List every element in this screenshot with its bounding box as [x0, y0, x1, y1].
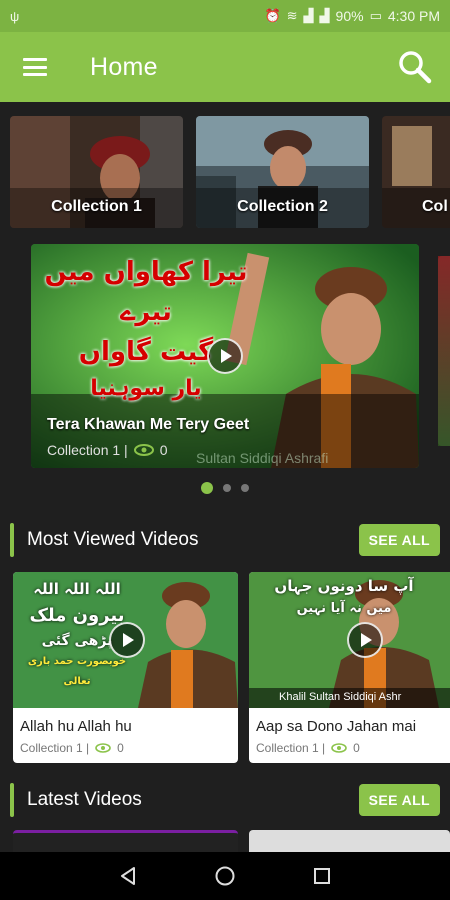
- featured-overlay-text: تیرا کھاواں میں تیرے گیت گاواں یار سوہنی…: [44, 257, 248, 401]
- video-card[interactable]: آپ سا دونوں جہاں میں نہ آیا نہیں Khalil …: [249, 572, 450, 763]
- video-title: Aap sa Dono Jahan mai: [256, 718, 417, 735]
- search-button[interactable]: [380, 32, 450, 102]
- clock: 4:30 PM: [387, 8, 440, 24]
- featured-carousel[interactable]: تیرا کھاواں میں تیرے گیت گاواں یار سوہنی…: [0, 244, 450, 470]
- section-title: Most Viewed Videos: [27, 529, 199, 550]
- system-nav-bar: [0, 852, 450, 900]
- status-bar: ψ ⏰ ≋ ▟ ▟ 90% ▭ 4:30 PM: [0, 0, 450, 32]
- play-button[interactable]: [207, 338, 243, 374]
- collection-carousel[interactable]: Collection 1 Collection 2 Col: [10, 116, 450, 228]
- featured-watermark: Sultan Siddiqi Ashrafi: [196, 450, 329, 466]
- see-all-button[interactable]: SEE ALL: [358, 524, 440, 556]
- signal-icon-2: ▟: [319, 8, 330, 23]
- video-watermark: Khalil Sultan Siddiqi Ashr: [279, 691, 402, 703]
- play-button[interactable]: [109, 622, 145, 658]
- video-overlay-text: آپ سا دونوں جہاں میں نہ آیا نہیں: [274, 577, 414, 616]
- most-viewed-header: Most Viewed Videos SEE ALL: [10, 522, 440, 558]
- recents-icon[interactable]: [311, 865, 333, 887]
- collection-card[interactable]: Collection 2: [196, 116, 369, 228]
- collection-card[interactable]: Collection 1: [10, 116, 183, 228]
- video-collection: Collection 1 |: [256, 741, 326, 755]
- video-view-count: 0: [353, 741, 360, 755]
- video-card[interactable]: [13, 830, 238, 852]
- video-collection: Collection 1 |: [20, 741, 90, 755]
- collection-label: Col: [422, 198, 448, 215]
- video-view-count: 0: [117, 741, 124, 755]
- video-meta: Collection 1 | 0: [256, 741, 360, 755]
- carousel-indicator: [0, 482, 450, 494]
- carousel-dot[interactable]: [223, 484, 231, 492]
- search-icon: [399, 51, 432, 84]
- page-title: Home: [90, 52, 158, 81]
- latest-videos-header: Latest Videos SEE ALL: [10, 782, 440, 818]
- next-featured-card[interactable]: [438, 256, 450, 446]
- battery-percent: 90%: [335, 8, 364, 24]
- featured-meta: Collection 1 | 0: [47, 442, 167, 458]
- app-bar: Home: [0, 32, 450, 102]
- featured-video-card[interactable]: تیرا کھاواں میں تیرے گیت گاواں یار سوہنی…: [31, 244, 419, 468]
- section-title: Latest Videos: [27, 789, 142, 810]
- section-accent-bar: [10, 783, 14, 817]
- signal-icon: ▟: [303, 8, 314, 23]
- latest-videos-list[interactable]: [13, 830, 450, 852]
- collection-label: Collection 2: [237, 198, 328, 215]
- carousel-dot[interactable]: [241, 484, 249, 492]
- eye-icon: [331, 743, 347, 753]
- section-accent-bar: [10, 523, 14, 557]
- alarm-icon: ⏰: [264, 8, 281, 23]
- featured-view-count: 0: [159, 442, 168, 458]
- collection-card[interactable]: Col: [382, 116, 450, 228]
- featured-collection: Collection 1 |: [47, 442, 128, 458]
- most-viewed-list[interactable]: اللہ اللہ اللہ بیرون ملک پڑھی گئی خوبصور…: [13, 572, 450, 764]
- eye-icon: [133, 444, 154, 456]
- video-card[interactable]: [249, 830, 450, 852]
- battery-icon: ▭: [369, 8, 382, 23]
- usb-icon: ψ: [10, 9, 20, 24]
- home-icon[interactable]: [214, 865, 236, 887]
- wifi-icon: ≋: [286, 8, 298, 23]
- video-meta: Collection 1 | 0: [20, 741, 124, 755]
- featured-title: Tera Khawan Me Tery Geet: [47, 416, 250, 433]
- video-card[interactable]: اللہ اللہ اللہ بیرون ملک پڑھی گئی خوبصور…: [13, 572, 238, 763]
- back-icon[interactable]: [117, 865, 139, 887]
- see-all-button[interactable]: SEE ALL: [358, 784, 440, 816]
- hamburger-icon: [23, 58, 47, 76]
- video-title: Allah hu Allah hu: [20, 718, 132, 735]
- menu-button[interactable]: [0, 32, 70, 102]
- collection-label: Collection 1: [51, 198, 142, 215]
- carousel-dot[interactable]: [201, 482, 213, 494]
- eye-icon: [95, 743, 111, 753]
- play-button[interactable]: [347, 622, 383, 658]
